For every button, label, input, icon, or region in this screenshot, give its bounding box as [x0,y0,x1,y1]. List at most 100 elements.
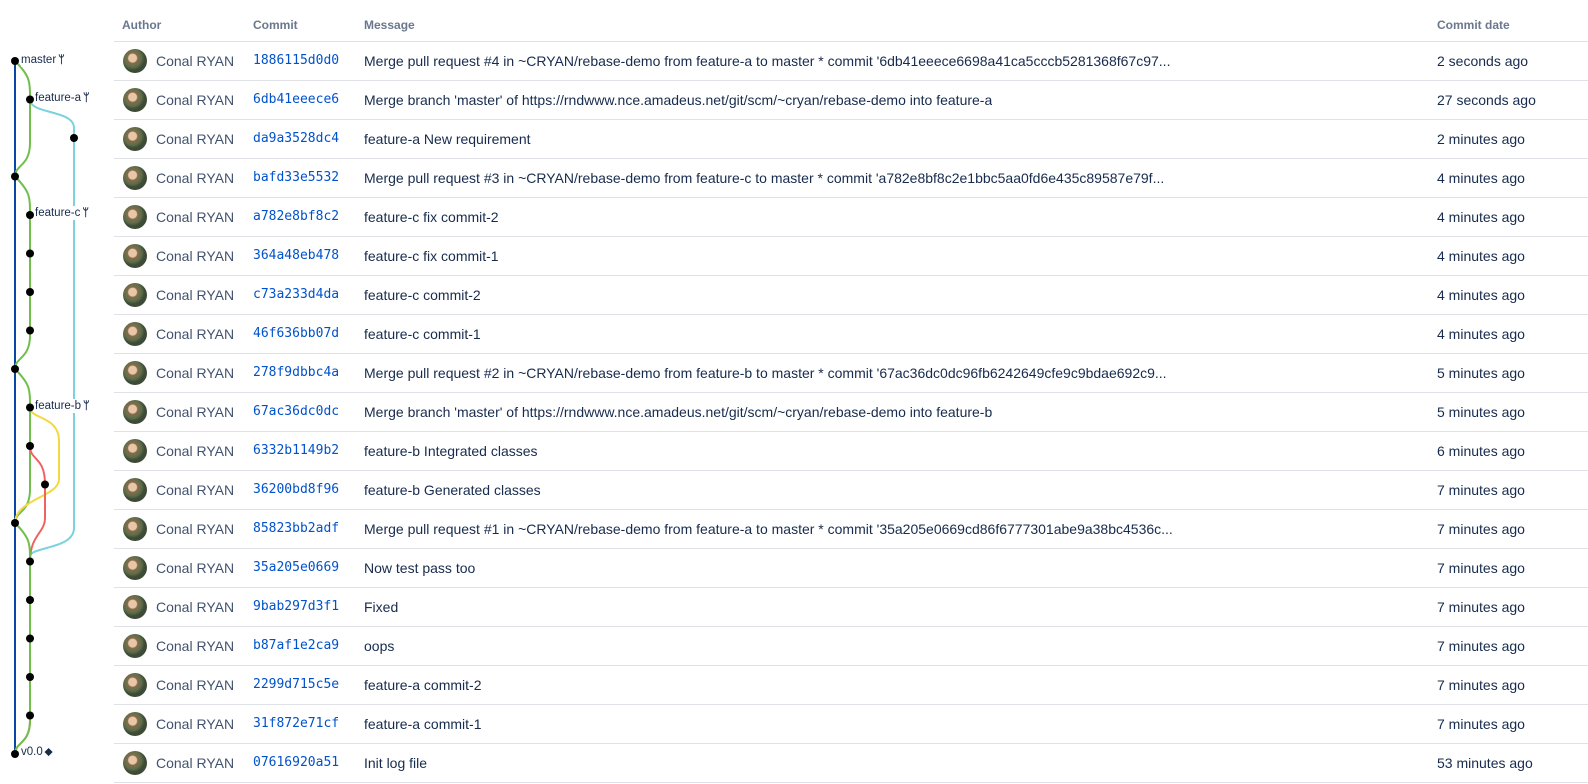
ref-label-feature-c[interactable]: feature-c ᛘ [35,206,91,220]
commit-hash-link[interactable]: 2299d715c5e [253,677,339,692]
commit-author: Conal RYAN [156,716,235,732]
commit-date: 53 minutes ago [1437,755,1533,771]
commit-node[interactable] [26,596,34,604]
commit-row[interactable]: Conal RYAN 6db41eeece6 Merge branch 'maste… [114,81,1588,120]
ref-label-master[interactable]: master ᛘ [21,53,67,67]
commit-hash-link[interactable]: 36200bd8f96 [253,482,339,497]
commit-row[interactable]: Conal RYAN 6332b1149b2 feature-b Integrate… [114,432,1588,471]
commit-node[interactable] [70,134,78,142]
table-header: Author Commit Message Commit date [114,0,1588,42]
author-avatar [123,361,147,385]
branch-icon: ᛘ [82,207,89,219]
commit-author: Conal RYAN [156,248,235,264]
commit-date: 4 minutes ago [1437,248,1525,264]
graph-line-feature-c [14,175,31,370]
commit-row[interactable]: Conal RYAN 9bab297d3f1 Fixed 7 minutes ago [114,588,1588,627]
commit-date: 4 minutes ago [1437,326,1525,342]
commit-message: Now test pass too [364,560,476,576]
commit-node[interactable] [26,634,34,643]
commit-node[interactable] [11,519,19,527]
commit-message: Merge branch 'master' of https://rndwww.… [364,404,993,420]
commit-message: feature-c commit-2 [364,287,481,303]
commit-row[interactable]: Conal RYAN 364a48eb478 feature-c fix commi… [114,237,1588,276]
commit-hash-link[interactable]: b87af1e2ca9 [253,638,339,653]
column-header-message[interactable]: Message [364,18,415,32]
commit-node[interactable] [26,403,34,412]
commit-row[interactable]: Conal RYAN da9a3528dc4 feature-a New requi… [114,120,1588,159]
commit-author: Conal RYAN [156,53,235,69]
commit-row[interactable]: Conal RYAN 07616920a51 Init log file 53 min… [114,744,1588,783]
commit-row[interactable]: Conal RYAN 2299d715c5e feature-a commit-2 7… [114,666,1588,705]
commit-node[interactable] [26,673,34,681]
ref-label-feature-b[interactable]: feature-b ᛘ [35,399,92,413]
commit-message: feature-b Integrated classes [364,443,538,459]
commit-node[interactable] [41,480,49,489]
commit-hash-link[interactable]: 35a205e0669 [253,560,339,575]
author-avatar [123,478,147,502]
commit-node[interactable] [11,57,19,65]
commit-hash-link[interactable]: 31f872e71cf [253,716,339,731]
commit-node[interactable] [11,172,19,181]
commit-author: Conal RYAN [156,209,235,225]
commit-message: feature-b Generated classes [364,482,541,498]
commit-node[interactable] [26,288,34,296]
ref-master-name: master [21,54,57,66]
commit-hash-link[interactable]: 07616920a51 [253,755,339,770]
commit-hash-link[interactable]: 46f636bb07d [253,326,339,341]
commit-date: 5 minutes ago [1437,404,1525,420]
commit-node[interactable] [26,249,34,258]
commit-row[interactable]: Conal RYAN b87af1e2ca9 oops 7 minutes ago [114,627,1588,666]
commit-node[interactable] [26,95,34,104]
commit-graph: master ᛘ feature-a ᛘ feature-c ᛘ feature-b ᛘ… [0,0,112,784]
branch-icon: ᛘ [83,92,90,104]
commit-hash-link[interactable]: bafd33e5532 [253,170,339,185]
commit-row[interactable]: Conal RYAN 36200bd8f96 feature-b Generated… [114,471,1588,510]
commit-row[interactable]: Conal RYAN a782e8bf8c2 feature-c fix commi… [114,198,1588,237]
ref-feature-b-name: feature-b [35,400,82,412]
commit-row[interactable]: Conal RYAN 46f636bb07d feature-c commit-1 4… [114,315,1588,354]
commit-hash-link[interactable]: 6db41eeece6 [253,92,339,107]
commit-row[interactable]: Conal RYAN 85823bb2adf Merge pull request … [114,510,1588,549]
commit-row[interactable]: Conal RYAN bafd33e5532 Merge pull request … [114,159,1588,198]
commit-node[interactable] [26,442,34,450]
commit-row[interactable]: Conal RYAN 67ac36dc0dc Merge branch 'maste… [114,393,1588,432]
commit-date: 7 minutes ago [1437,599,1525,615]
commit-message: feature-a commit-1 [364,716,482,732]
column-header-author[interactable]: Author [122,18,161,32]
commit-hash-link[interactable]: 1886115d0d0 [253,53,339,68]
author-avatar [123,634,147,658]
commit-date: 2 minutes ago [1437,131,1525,147]
commit-node[interactable] [11,365,19,373]
commit-hash-link[interactable]: 6332b1149b2 [253,443,339,458]
commit-node[interactable] [11,750,19,758]
ref-label-tag[interactable]: v0.0 ⬥ [21,745,55,759]
commit-node[interactable] [26,557,34,566]
ref-label-feature-a[interactable]: feature-a ᛘ [35,91,92,105]
column-header-commit[interactable]: Commit [253,18,298,32]
commit-node[interactable] [26,326,34,335]
commit-hash-link[interactable]: da9a3528dc4 [253,131,339,146]
commit-date: 7 minutes ago [1437,482,1525,498]
tag-icon: ⬥ [44,746,53,758]
column-header-commit-date[interactable]: Commit date [1437,18,1510,32]
commit-hash-link[interactable]: 9bab297d3f1 [253,599,339,614]
ref-tag-name: v0.0 [21,746,43,758]
commit-row[interactable]: Conal RYAN c73a233d4da feature-c commit-2 4… [114,276,1588,315]
commit-hash-link[interactable]: c73a233d4da [253,287,339,302]
commit-hash-link[interactable]: 278f9dbbc4a [253,365,339,380]
commit-hash-link[interactable]: 364a48eb478 [253,248,339,263]
commit-message: Init log file [364,755,428,771]
commit-author: Conal RYAN [156,560,235,576]
commits-table: Author Commit Message Commit date Conal … [114,0,1588,783]
commit-row[interactable]: Conal RYAN 31f872e71cf feature-a commit-1 7… [114,705,1588,744]
commit-message: feature-c commit-1 [364,326,481,342]
commit-hash-link[interactable]: 85823bb2adf [253,521,339,536]
commit-hash-link[interactable]: 67ac36dc0dc [253,404,339,419]
commit-node[interactable] [26,711,34,720]
commit-row[interactable]: Conal RYAN 1886115d0d0 Merge pull request … [114,42,1588,81]
commit-hash-link[interactable]: a782e8bf8c2 [253,209,339,224]
commit-message: oops [364,638,395,654]
commit-node[interactable] [26,211,34,219]
commit-row[interactable]: Conal RYAN 278f9dbbc4a Merge pull request … [114,354,1588,393]
commit-row[interactable]: Conal RYAN 35a205e0669 Now test pass too 7 … [114,549,1588,588]
